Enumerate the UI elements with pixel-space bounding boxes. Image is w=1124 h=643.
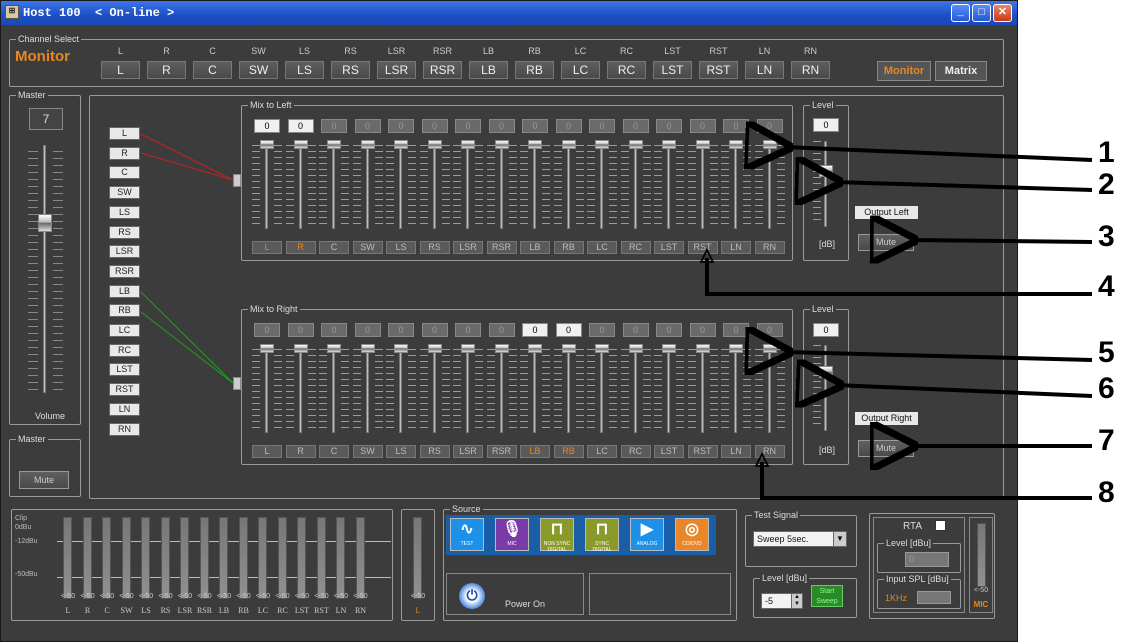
arrow-3 [910, 240, 1093, 242]
arrow-1 [785, 147, 1093, 160]
callout-number-2: 2 [1098, 168, 1115, 201]
callout-number-7: 7 [1098, 424, 1115, 457]
arrow-6 [836, 385, 1093, 396]
callout-number-5: 5 [1098, 336, 1115, 369]
callout-arrows [699, 0, 1093, 500]
callout-number-8: 8 [1098, 476, 1115, 509]
arrow-5 [785, 352, 1093, 360]
callout-number-1: 1 [1098, 136, 1115, 169]
callout-number-4: 4 [1098, 270, 1115, 303]
arrow-8 [760, 462, 1092, 500]
arrow-4 [705, 258, 1092, 296]
arrow-2 [835, 182, 1093, 190]
callout-number-6: 6 [1098, 372, 1115, 405]
callout-number-3: 3 [1098, 220, 1115, 253]
